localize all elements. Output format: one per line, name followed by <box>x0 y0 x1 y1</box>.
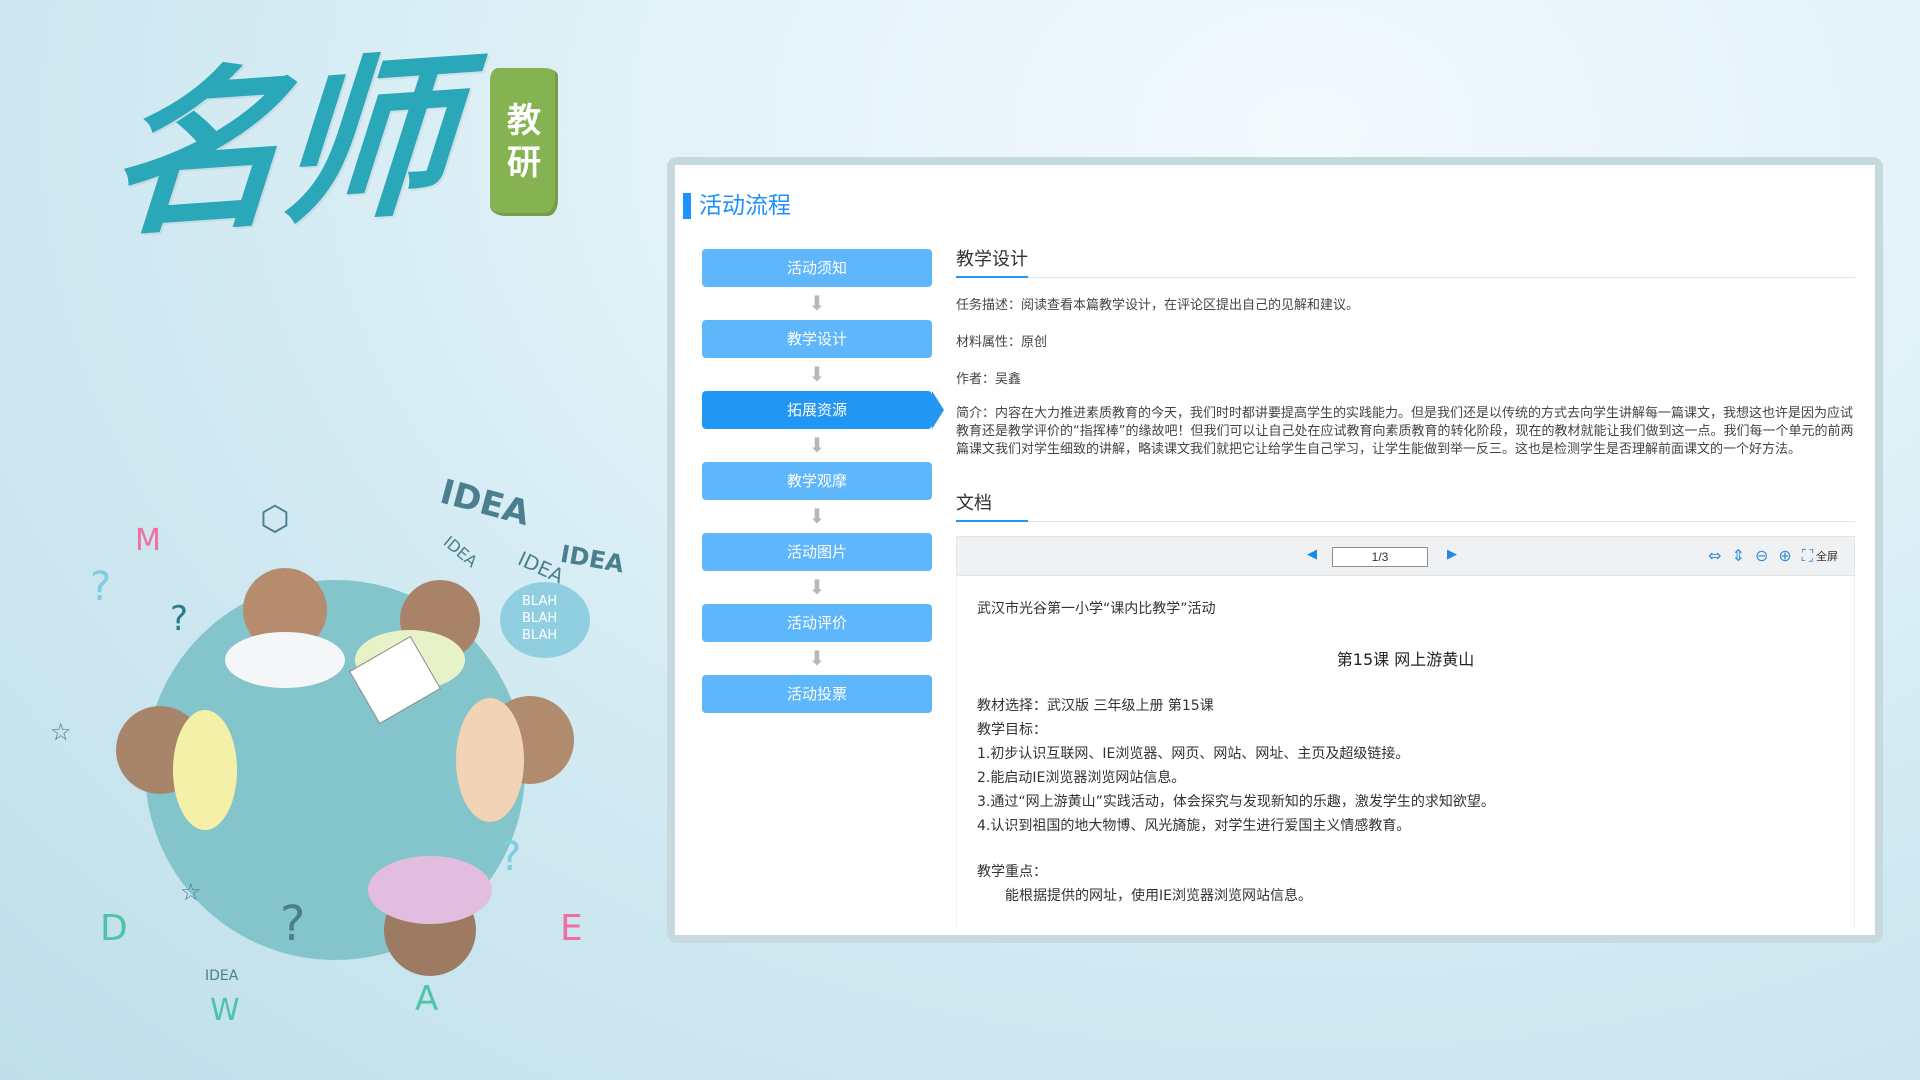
step-wrap: 活动评价 ⬇ <box>702 604 942 675</box>
page-number-input[interactable] <box>1332 547 1428 567</box>
step-wrap: 活动须知 ⬇ <box>702 249 942 320</box>
section-heading-document: 文档 <box>956 489 1855 522</box>
fit-width-icon[interactable]: ⇔ <box>1708 546 1721 566</box>
doc-key-label: 教学重点： <box>977 864 1047 880</box>
down-arrow-icon: ⬇ <box>808 433 826 457</box>
doodle-letter-w: W <box>210 993 240 1028</box>
doodle-question-1: ? <box>90 564 111 610</box>
doodle-question-2: ? <box>170 599 188 639</box>
down-arrow-icon: ⬇ <box>808 504 826 528</box>
logo-badge-char-1: 教 <box>507 101 541 141</box>
previous-page-icon[interactable]: ◀ <box>1307 547 1317 562</box>
doodle-letter-m: M <box>135 523 161 558</box>
step-teaching-design[interactable]: 教学设计 <box>702 320 932 358</box>
down-arrow-icon: ⬇ <box>808 646 826 670</box>
doc-goal-3: 3.通过“网上游黄山”实践活动，体会探究与发现新知的乐趣，激发学生的求知欲望。 <box>977 794 1495 810</box>
zoom-in-icon[interactable]: ⊕ <box>1778 546 1791 566</box>
doodle-star-2: ☆ <box>180 878 202 906</box>
down-arrow-icon: ⬇ <box>808 575 826 599</box>
teachers-meeting-illustration: IDEA IDEA IDEA IDEA BLAH BLAH BLAH IDEA … <box>50 472 627 1028</box>
activity-steps: 活动须知 ⬇ 教学设计 ⬇ 拓展资源 ⬇ 教学观摩 ⬇ 活动图片 ⬇ 活动评价 … <box>702 249 944 746</box>
material-attribute: 材料属性：原创 <box>956 335 1048 350</box>
task-description: 任务描述：阅读查看本篇教学设计，在评论区提出自己的见解和建议。 <box>956 298 1360 313</box>
doodle-star-1: ☆ <box>50 718 72 746</box>
doc-goal-2: 2.能启动IE浏览器浏览网站信息。 <box>977 770 1186 786</box>
doc-goal-1: 1.初步认识互联网、IE浏览器、网页、网站、网址、主页及超级链接。 <box>977 746 1410 762</box>
step-wrap: 活动图片 ⬇ <box>702 533 942 604</box>
fullscreen-button[interactable]: ⛶ 全屏 <box>1802 546 1838 566</box>
step-activity-photos[interactable]: 活动图片 <box>702 533 932 571</box>
doc-gap <box>977 838 1834 860</box>
viewer-tools: ⇔ ⇕ ⊖ ⊕ ⛶ 全屏 <box>1708 546 1838 566</box>
logo-badge: 教 研 <box>490 68 558 216</box>
step-activity-evaluation[interactable]: 活动评价 <box>702 604 932 642</box>
content-area: 教学设计 任务描述：阅读查看本篇教学设计，在评论区提出自己的见解和建议。 材料属… <box>956 245 1855 928</box>
step-wrap: 拓展资源 ⬇ <box>702 391 944 462</box>
meta-info: 任务描述：阅读查看本篇教学设计，在评论区提出自己的见解和建议。 材料属性：原创 … <box>956 294 1855 459</box>
intro-text: 简介：内容在大力推进素质教育的今天，我们时时都讲要提高学生的实践能力。但是我们还… <box>956 406 1854 457</box>
panel-title: 活动流程 <box>683 193 791 219</box>
doodle-blah-1: BLAH <box>522 594 557 609</box>
zoom-out-icon[interactable]: ⊖ <box>1755 546 1768 566</box>
logo-badge-char-2: 研 <box>507 143 541 183</box>
step-wrap: 教学设计 ⬇ <box>702 320 942 391</box>
activity-panel-frame: 活动流程 活动须知 ⬇ 教学设计 ⬇ 拓展资源 ⬇ 教学观摩 ⬇ 活动图片 ⬇ <box>667 157 1883 943</box>
doodle-cube: ⬡ <box>260 499 290 539</box>
doodle-idea-2: IDEA <box>558 540 626 579</box>
doodle-idea-1: IDEA <box>436 472 534 534</box>
viewer-toolbar: ◀ ▶ ⇔ ⇕ ⊖ ⊕ ⛶ 全屏 <box>956 536 1855 576</box>
doc-textbook: 教材选择：武汉版 三年级上册 第15课 <box>977 698 1214 714</box>
doodle-idea-4: IDEA <box>440 532 481 571</box>
doodle-letter-e: E <box>560 908 583 949</box>
doodle-letter-d: D <box>100 908 128 949</box>
doc-key-point: 能根据提供的网址，使用IE浏览器浏览网站信息。 <box>1005 888 1312 904</box>
step-teaching-observation[interactable]: 教学观摩 <box>702 462 932 500</box>
document-viewer: ◀ ▶ ⇔ ⇕ ⊖ ⊕ ⛶ 全屏 武汉市光谷第一小学“ <box>956 536 1855 928</box>
down-arrow-icon: ⬇ <box>808 362 826 386</box>
step-wrap: 活动投票 <box>702 675 942 746</box>
step-wrap: 教学观摩 ⬇ <box>702 462 942 533</box>
doc-goal-4: 4.认识到祖国的地大物博、风光旖旎，对学生进行爱国主义情感教育。 <box>977 818 1411 834</box>
fullscreen-icon: ⛶ <box>1801 546 1813 565</box>
step-extended-resources[interactable]: 拓展资源 <box>702 391 944 429</box>
step-activity-vote[interactable]: 活动投票 <box>702 675 932 713</box>
activity-panel: 活动流程 活动须知 ⬇ 教学设计 ⬇ 拓展资源 ⬇ 教学观摩 ⬇ 活动图片 ⬇ <box>675 165 1875 935</box>
doodle-idea-5: IDEA <box>205 968 239 984</box>
doodle-blah-2: BLAH <box>522 611 557 626</box>
doodle-letter-a: A <box>415 979 438 1019</box>
logo-script-text: 名师 <box>101 33 453 262</box>
person-5 <box>368 856 492 976</box>
doc-goals-label: 教学目标： <box>977 722 1047 738</box>
fit-height-icon[interactable]: ⇕ <box>1732 546 1745 566</box>
document-page: 武汉市光谷第一小学“课内比教学”活动 第15课 网上游黄山 教材选择：武汉版 三… <box>956 576 1855 928</box>
next-page-icon[interactable]: ▶ <box>1447 547 1457 562</box>
doc-title: 第15课 网上游黄山 <box>1336 650 1475 669</box>
doodle-blah-3: BLAH <box>522 628 557 643</box>
down-arrow-icon: ⬇ <box>808 291 826 315</box>
section-heading-design: 教学设计 <box>956 245 1855 278</box>
doodle-question-4: ? <box>500 834 521 880</box>
doodle-question-3: ? <box>280 896 305 952</box>
logo: 名师 教 研 <box>100 34 580 310</box>
fullscreen-label: 全屏 <box>1816 550 1838 563</box>
author: 作者：吴鑫 <box>956 372 1022 387</box>
doc-activity-line: 武汉市光谷第一小学“课内比教学”活动 <box>977 601 1216 617</box>
step-activity-notice[interactable]: 活动须知 <box>702 249 932 287</box>
